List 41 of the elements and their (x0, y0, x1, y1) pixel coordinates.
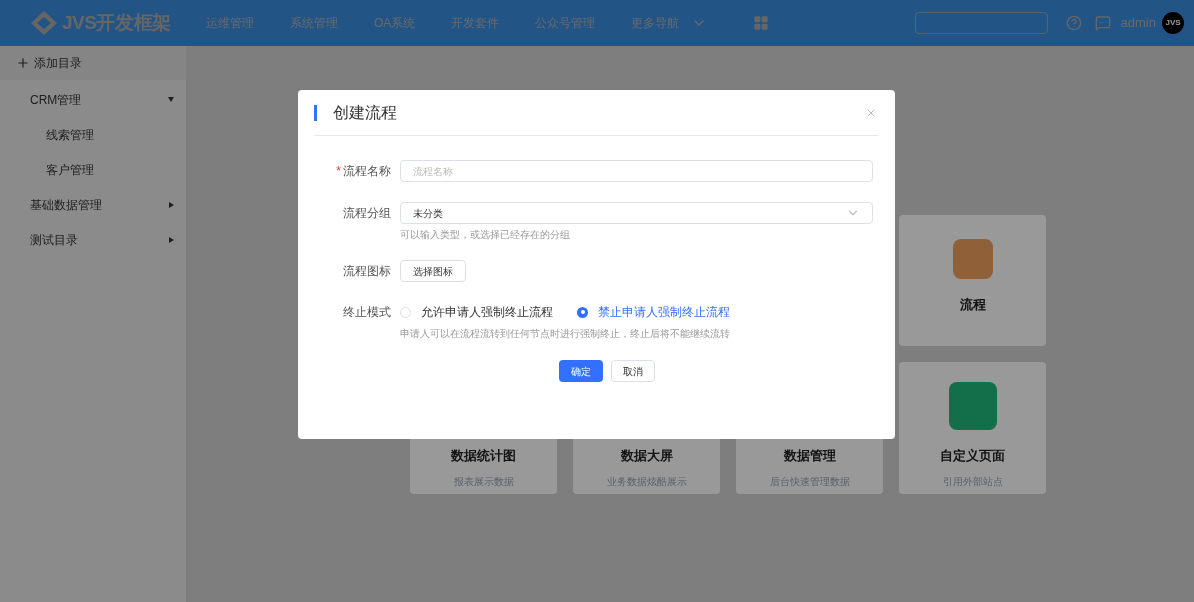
help-text: 可以输入类型，或选择已经存在的分组 (400, 228, 571, 241)
sidebar-item[interactable]: 基础数据管理 (0, 187, 186, 222)
radio-option[interactable]: 允许申请人强制终止流程 (400, 303, 553, 321)
title-accent-bar (314, 104, 317, 121)
card-title: 流程 (959, 296, 986, 314)
help-text: 申请人可以在流程流转到任何节点时进行强制终止，终止后将不能继续流转 (400, 327, 730, 340)
user-avatar[interactable]: JVS (1162, 12, 1184, 34)
required-mark: * (336, 163, 341, 180)
help-icon[interactable] (1065, 15, 1082, 31)
name-input-field[interactable]: 流程名称 (400, 160, 873, 182)
cancel-button[interactable]: 取消 (610, 360, 655, 382)
field-label: 流程分组 (343, 205, 391, 222)
plus-icon (16, 56, 30, 70)
card-title: 自定义页面 (940, 447, 1005, 465)
card-title: 数据大屏 (620, 447, 673, 465)
radio-option[interactable]: 禁止申请人强制终止流程 (577, 303, 730, 321)
app-card-icon (952, 239, 993, 279)
search-field[interactable] (914, 12, 1048, 34)
logo-icon (30, 10, 58, 36)
message-icon[interactable] (1094, 15, 1111, 31)
group-select-field[interactable]: 未分类 (400, 202, 873, 224)
sidebar-subitem[interactable]: 线索管理 (0, 117, 186, 152)
field-label: 流程图标 (343, 263, 391, 280)
sidebar-subitem[interactable]: 客户管理 (0, 152, 186, 187)
choose-icon-button[interactable]: 选择图标 (400, 260, 466, 282)
dialog-title: 创建流程 (333, 102, 397, 123)
sidebar-item[interactable]: CRM管理 (0, 82, 186, 117)
caret-right-icon (169, 201, 174, 208)
field-label: 终止模式 (343, 304, 391, 321)
caret-down-icon (168, 97, 174, 102)
apps-icon[interactable] (753, 15, 770, 31)
app-card[interactable]: 流程 (899, 215, 1046, 346)
confirm-button[interactable]: 确定 (558, 360, 603, 382)
logo-text: JVS开发框架 (62, 10, 171, 35)
caret-right-icon (169, 236, 174, 243)
app-card-icon (948, 382, 997, 430)
add-directory-button[interactable]: 添加目录 (0, 46, 186, 80)
field-label: 流程名称 (343, 163, 391, 180)
sidebar-item[interactable]: 测试目录 (0, 222, 186, 257)
card-title: 数据统计图 (451, 447, 516, 465)
card-title: 数据管理 (783, 447, 836, 465)
